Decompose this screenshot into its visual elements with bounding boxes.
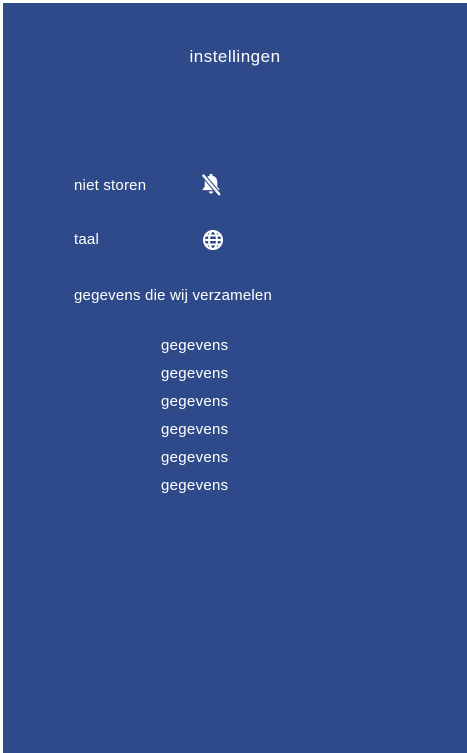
- page-title: instellingen: [189, 47, 281, 66]
- language-selector[interactable]: [198, 225, 228, 255]
- globe-icon: [203, 230, 223, 250]
- language-label: taal: [74, 231, 99, 248]
- collected-data-heading: gegevens die wij verzamelen: [74, 287, 273, 304]
- do-not-disturb-label: niet storen: [74, 177, 147, 194]
- collected-data-list: gegevens gegevens gegevens gegevens gege…: [161, 336, 228, 504]
- list-item: gegevens: [161, 477, 229, 494]
- list-item: gegevens: [161, 449, 229, 466]
- do-not-disturb-toggle[interactable]: [196, 169, 226, 199]
- settings-screen: instellingen niet storen taal gegevens d…: [3, 3, 467, 753]
- list-item: gegevens: [161, 421, 229, 438]
- list-item: gegevens: [161, 337, 229, 354]
- list-item: gegevens: [161, 393, 229, 410]
- list-item: gegevens: [161, 365, 229, 382]
- bell-off-icon: [201, 173, 222, 197]
